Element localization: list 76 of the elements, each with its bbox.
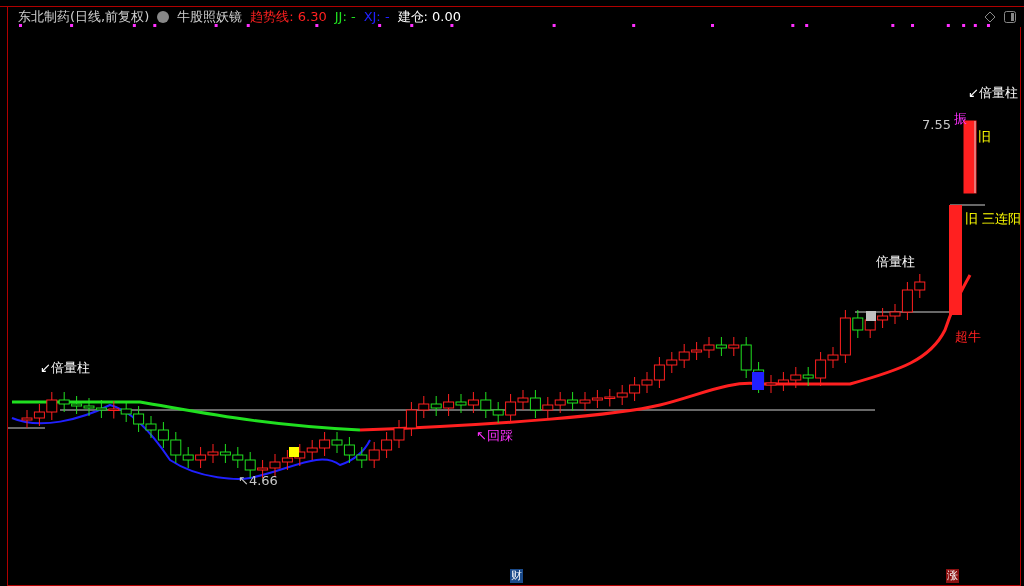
candlestick (33, 403, 45, 427)
candlestick (269, 453, 281, 477)
candlestick (281, 449, 293, 471)
candlestick (120, 400, 132, 423)
candlestick (542, 396, 554, 419)
candlestick (157, 421, 169, 449)
chart-annotation: ↙倍量柱 (968, 86, 1018, 99)
candlestick (877, 307, 889, 329)
chart-annotation: 超牛 (955, 330, 981, 343)
chart-annotation: ↙倍量柱 (40, 361, 90, 374)
chart-annotation: 旧 三连阳 (965, 212, 1022, 225)
chart-title: 东北制药(日线,前复权) (18, 8, 150, 27)
highlighted-candle (752, 372, 764, 390)
candlestick (219, 443, 231, 464)
candlestick (480, 391, 492, 419)
indicator-reading: 建仓: 0.00 (397, 8, 462, 27)
candlestick (467, 391, 479, 414)
candlestick (604, 388, 616, 407)
indicator-name: 牛股照妖镜 (177, 8, 243, 27)
candlestick (195, 446, 207, 469)
highlighted-candle (289, 447, 299, 457)
horizontal-line (7, 427, 46, 429)
chart-badge[interactable]: 涨 (946, 569, 959, 583)
candlestick (517, 389, 529, 411)
candlestick (145, 415, 157, 439)
candlestick (529, 389, 541, 419)
candlestick (207, 443, 219, 464)
candlestick (629, 376, 641, 402)
candlestick (505, 393, 517, 424)
candlestick (71, 395, 83, 415)
candlestick (430, 395, 442, 417)
chart-annotation: 倍量柱 (876, 255, 915, 268)
candlestick (21, 409, 33, 429)
candlestick (691, 341, 703, 361)
candlestick (232, 446, 244, 469)
dropdown-icon[interactable] (157, 11, 170, 23)
chart-annotation: 振 (954, 112, 967, 125)
candlestick (46, 391, 58, 421)
panel-icon[interactable] (1004, 11, 1016, 23)
chart-annotation: 旧 (978, 130, 991, 143)
candlestick (58, 391, 70, 413)
candlestick (678, 343, 690, 369)
chart-badge[interactable]: 财 (510, 569, 523, 583)
candlestick (133, 405, 145, 433)
horizontal-line (949, 204, 986, 206)
candlestick (715, 336, 727, 357)
candlestick (579, 391, 591, 412)
candlestick (703, 336, 715, 359)
candlestick (790, 366, 802, 389)
candlestick (331, 431, 343, 454)
candlestick (319, 431, 331, 457)
candlestick (368, 441, 380, 469)
candlestick (777, 371, 789, 392)
candlestick (306, 439, 318, 461)
indicator-reading: XJ: - (363, 8, 390, 27)
candlestick (443, 393, 455, 417)
candlestick (95, 399, 107, 419)
candlestick (381, 431, 393, 459)
candlestick (492, 401, 504, 424)
chart-annotation: ↖4.66 (238, 474, 278, 487)
indicator-reading: JJ: - (334, 8, 356, 27)
candlestick (356, 446, 368, 469)
diamond-icon[interactable] (984, 11, 996, 23)
candlestick (554, 391, 566, 414)
indicator-reading: 趋势线: 6.30 (250, 8, 327, 27)
candlestick (591, 389, 603, 409)
candlestick (455, 393, 467, 414)
chart-annotation: ↖回踩 (476, 429, 513, 442)
candlestick (83, 397, 95, 417)
candlestick (393, 419, 405, 449)
candlestick (343, 436, 355, 464)
candlestick (567, 391, 579, 412)
candlestick (108, 400, 120, 419)
highlighted-candle (866, 311, 876, 321)
candlestick (616, 384, 628, 406)
chart-annotation: 7.55 (922, 118, 951, 131)
